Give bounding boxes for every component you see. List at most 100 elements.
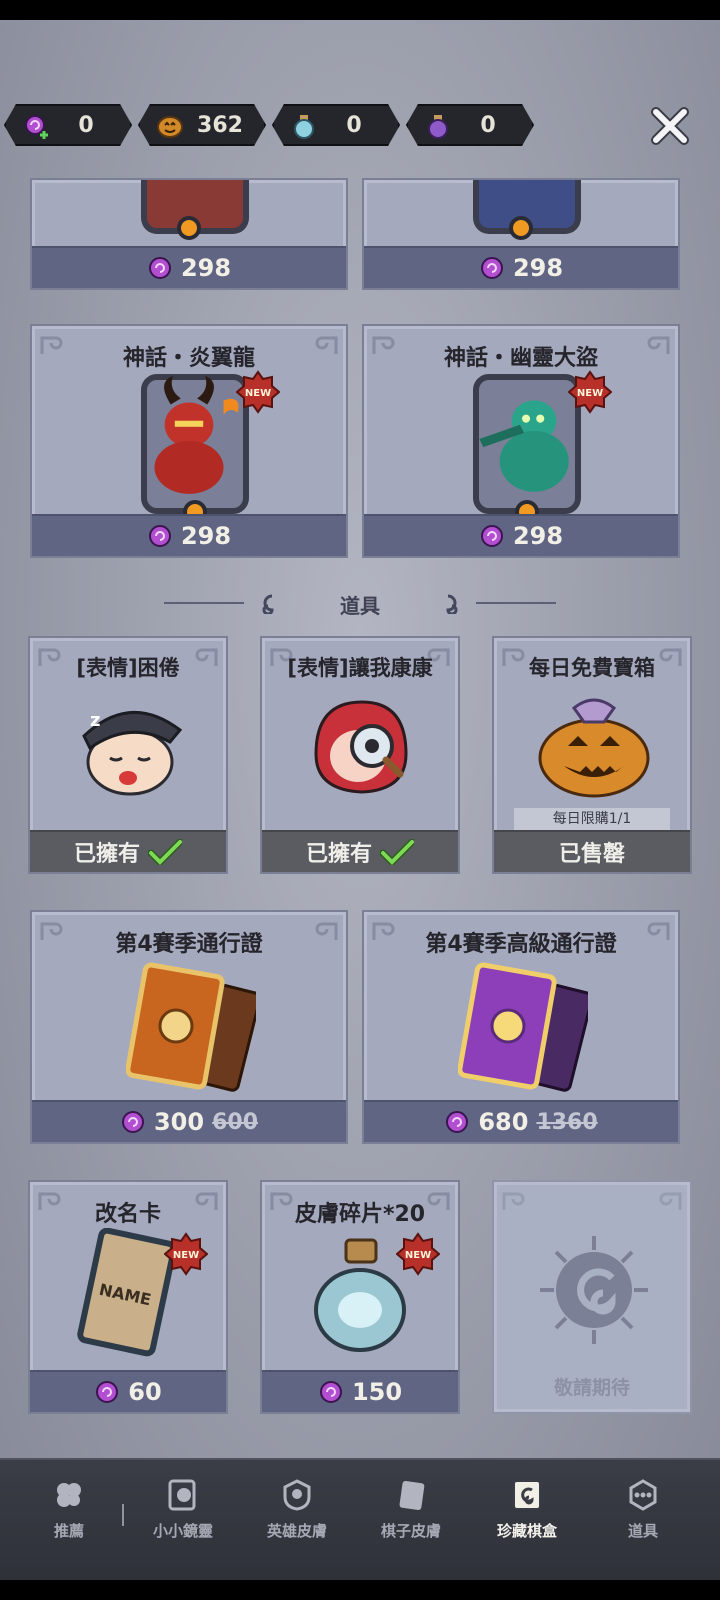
section-title: 道具 <box>340 594 380 618</box>
candy-icon <box>480 257 503 279</box>
nav-label: 推薦 <box>53 1522 84 1540</box>
price-bar: 300 600 <box>32 1100 346 1142</box>
price-bar: 298 <box>364 246 678 288</box>
rename-card-icon: NAME <box>77 1228 176 1357</box>
currency-purple-potion-value: 0 <box>480 113 496 138</box>
rarity-dot <box>177 216 201 240</box>
pass-card-season4-premium[interactable]: 第4賽季高級通行證 680 1360 <box>362 910 680 1144</box>
nav-label: 英雄皮膚 <box>266 1522 327 1540</box>
card-title: 改名卡 <box>94 1202 161 1227</box>
daily-limit-label: 每日限購1/1 <box>514 808 670 830</box>
hero-helmet-icon <box>283 1479 311 1511</box>
nav-tab-hero-skins[interactable]: 英雄皮膚 <box>242 1478 352 1558</box>
new-badge-icon: NEW <box>568 370 612 414</box>
magnifier-girl-icon <box>314 700 408 794</box>
currency-candy-value: 0 <box>78 113 94 138</box>
price-value: 298 <box>180 254 232 282</box>
currency-blue-potion-value: 0 <box>346 113 362 138</box>
pumpkin-chest-icon <box>538 698 650 798</box>
currency-pumpkin[interactable]: 362 <box>138 104 266 146</box>
item-card-daily-chest[interactable]: 每日免費寶箱 每日限購1/1 已售罄 <box>492 636 692 874</box>
skin-portrait <box>473 374 581 524</box>
skin-card-ghost-thief[interactable]: 神話・幽靈大盜 NEW 298 <box>362 324 680 558</box>
pass-card-season4[interactable]: 第4賽季通行證 300 600 <box>30 910 348 1144</box>
status-bar <box>0 0 720 20</box>
candy-icon <box>446 1111 469 1133</box>
price-bar: 150 <box>262 1370 458 1412</box>
original-price: 1360 <box>536 1109 598 1135</box>
nav-tab-items[interactable]: 道具 <box>588 1478 698 1558</box>
skin-portrait <box>141 374 249 524</box>
check-icon <box>148 839 182 865</box>
owned-bar: 已擁有 <box>30 830 226 872</box>
card-title: [表情]讓我康康 <box>287 656 433 680</box>
price-value: 60 <box>128 1378 162 1406</box>
card-title: [表情]困倦 <box>76 656 180 680</box>
piece-card-icon <box>399 1480 425 1511</box>
nav-separator <box>122 1504 124 1526</box>
new-badge-icon: NEW <box>164 1232 208 1276</box>
section-divider <box>476 602 556 604</box>
candy-icon <box>148 257 171 279</box>
swirl-ornament-icon <box>659 1192 682 1210</box>
item-card-peek-emote[interactable]: [表情]讓我康康 已擁有 <box>260 636 460 874</box>
price-bar: 298 <box>32 514 346 556</box>
candy-icon <box>319 1381 342 1403</box>
svg-text:z: z <box>90 710 100 731</box>
shop-screen: 0 362 0 0 298 298 神話・炎翼龍 NEW 298 神話・幽靈大盜… <box>0 20 720 1580</box>
candy-plus-icon <box>22 112 50 140</box>
coming-soon-label: 敬請期待 <box>553 1377 630 1399</box>
price-value: 680 <box>478 1108 529 1136</box>
item-card-skin-shards[interactable]: 皮膚碎片*20 NEW 150 <box>260 1180 460 1414</box>
close-icon[interactable] <box>648 104 692 148</box>
sold-out-bar: 已售罄 <box>494 830 690 872</box>
orange-pass-card-icon <box>126 962 256 1092</box>
purple-potion-icon <box>424 112 452 140</box>
card-title: 皮膚碎片*20 <box>294 1202 426 1227</box>
card-title: 神話・炎翼龍 <box>122 346 255 371</box>
status-label: 已售罄 <box>558 842 625 867</box>
skin-card-flame-dragon[interactable]: 神話・炎翼龍 NEW 298 <box>30 324 348 558</box>
candy-icon <box>480 525 503 547</box>
nav-label: 小小鏡靈 <box>152 1522 213 1540</box>
new-badge-label: NEW <box>577 388 603 399</box>
price-value: 298 <box>512 254 564 282</box>
blue-potion-icon <box>290 112 318 140</box>
collection-box-icon <box>513 1480 541 1510</box>
nav-label: 珍藏棋盒 <box>496 1522 557 1540</box>
price-value: 298 <box>180 522 232 550</box>
card-title: 第4賽季通行證 <box>115 932 263 957</box>
skin-card-top-right[interactable]: 298 <box>362 178 680 290</box>
nav-label: 棋子皮膚 <box>380 1522 441 1540</box>
item-card-rename[interactable]: 改名卡 NAME NEW 60 <box>28 1180 228 1414</box>
price-bar: 298 <box>32 246 346 288</box>
check-icon <box>380 839 414 865</box>
nav-tab-recommend[interactable]: 推薦 <box>14 1478 124 1558</box>
owned-bar: 已擁有 <box>262 830 458 872</box>
price-bar: 680 1360 <box>364 1100 678 1142</box>
price-value: 300 <box>153 1108 205 1136</box>
card-title: 第4賽季高級通行證 <box>425 932 617 957</box>
price-value: 150 <box>351 1378 403 1406</box>
nav-tab-collection-box[interactable]: 珍藏棋盒 <box>472 1478 582 1558</box>
currency-blue-potion[interactable]: 0 <box>272 104 400 146</box>
bottom-nav: 推薦 小小鏡靈 英雄皮膚 棋子皮膚 珍藏棋盒 道具 <box>0 1458 720 1580</box>
item-card-sleepy-emote[interactable]: [表情]困倦 z 已擁有 <box>28 636 228 874</box>
new-badge-label: NEW <box>405 1250 431 1261</box>
nav-tab-piece-skins[interactable]: 棋子皮膚 <box>356 1478 466 1558</box>
swirl-ornament-icon <box>446 594 458 614</box>
currency-purple-potion[interactable]: 0 <box>406 104 534 146</box>
skin-card-top-left[interactable]: 298 <box>30 178 348 290</box>
rarity-dot <box>509 216 533 240</box>
nav-tab-mini-spirits[interactable]: 小小鏡靈 <box>128 1478 238 1558</box>
price-value: 298 <box>512 522 564 550</box>
swirl-ornament-icon <box>502 1192 525 1210</box>
new-badge-icon: NEW <box>396 1232 440 1276</box>
purple-pass-card-icon <box>458 962 588 1092</box>
currency-pumpkin-value: 362 <box>197 113 243 138</box>
candy-icon <box>121 1111 144 1133</box>
status-label: 已擁有 <box>73 842 140 867</box>
card-title: 每日免費寶箱 <box>529 656 655 680</box>
currency-candy[interactable]: 0 <box>4 104 132 146</box>
clover-icon <box>57 1483 81 1507</box>
